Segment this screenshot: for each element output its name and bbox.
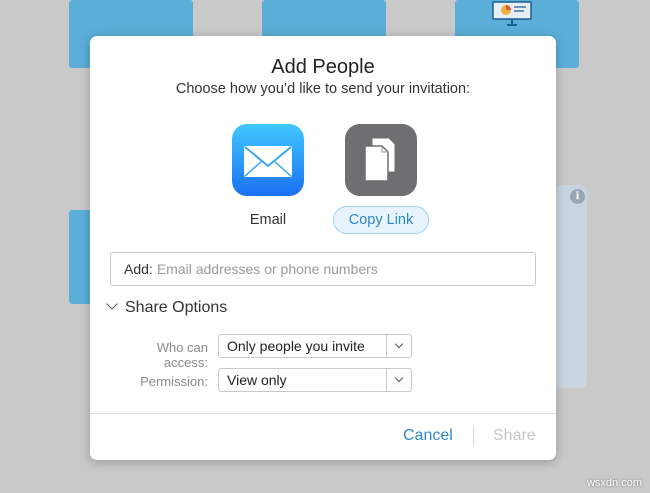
chevron-down-icon [394,373,404,383]
chevron-down-icon [106,298,118,310]
info-icon: i [570,189,585,204]
watermark: wsxdn.com [586,477,642,489]
permission-value: View only [227,372,287,388]
dialog-title: Add People [271,56,375,78]
keynote-icon [492,1,532,26]
copy-documents-icon [364,137,396,182]
dropdown-arrow [386,335,411,357]
background-panel [553,185,587,388]
chevron-down-icon [394,339,404,349]
dropdown-arrow [386,369,411,391]
who-can-access-select[interactable]: Only people you invite [218,334,412,358]
who-can-access-label: Who can access: [156,340,208,370]
permission-select[interactable]: View only [218,368,412,392]
copy-link-option-button[interactable] [345,124,417,196]
permission-label: Permission: [140,374,208,389]
add-field-placeholder: Email addresses or phone numbers [156,261,378,277]
email-option-label[interactable]: Email [232,212,304,228]
add-people-dialog: Add People Choose how you’d like to send… [90,36,556,460]
footer-divider [90,413,556,414]
button-divider [473,426,474,446]
mail-icon [244,146,292,177]
cancel-button[interactable]: Cancel [403,427,453,445]
share-options-label: Share Options [125,299,228,316]
add-recipients-input[interactable]: Add: Email addresses or phone numbers [110,252,536,286]
dialog-subtitle: Choose how you’d like to send your invit… [175,81,471,97]
background-tile [262,0,386,40]
share-options-toggle[interactable]: Share Options [106,298,228,317]
share-button[interactable]: Share [493,427,536,445]
email-option-button[interactable] [232,124,304,196]
add-field-label: Add: [124,261,153,277]
who-can-access-value: Only people you invite [227,338,365,354]
copy-link-option-label[interactable]: Copy Link [333,206,429,234]
